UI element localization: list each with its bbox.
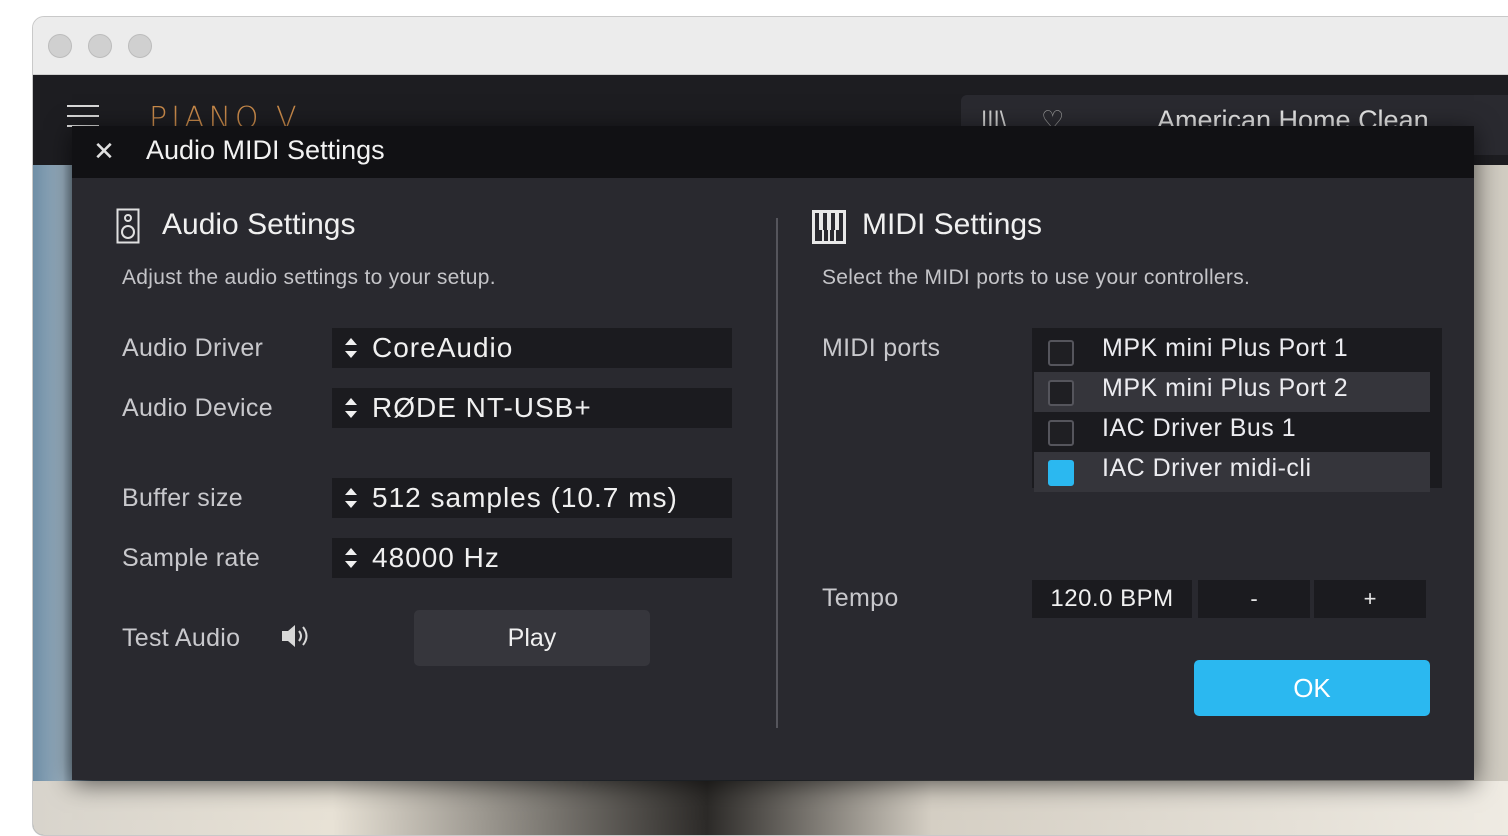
minimize-window-button[interactable] [88,34,112,58]
up-down-arrows-icon [345,488,357,508]
dialog-title: Audio MIDI Settings [146,135,385,165]
tempo-increment-button[interactable]: + [1314,580,1426,618]
ok-button[interactable]: OK [1194,660,1430,716]
audio-driver-value: CoreAudio [372,332,514,363]
volume-icon [282,625,308,647]
audio-device-value: RØDE NT-USB+ [372,392,592,423]
sample-rate-value: 48000 Hz [372,542,500,573]
audio-device-select[interactable]: RØDE NT-USB+ [332,388,732,428]
close-window-button[interactable] [48,34,72,58]
audio-driver-select[interactable]: CoreAudio [332,328,732,368]
up-down-arrows-icon [345,548,357,568]
audio-settings-description: Adjust the audio settings to your setup. [122,266,496,289]
midi-ports-list: MPK mini Plus Port 1 MPK mini Plus Port … [1032,328,1442,492]
menu-icon[interactable] [67,105,99,127]
midi-port-checkbox[interactable] [1048,380,1074,406]
tempo-value-field[interactable]: 120.0 BPM [1032,580,1192,618]
buffer-size-value: 512 samples (10.7 ms) [372,482,678,513]
tempo-label: Tempo [822,584,899,612]
up-down-arrows-icon [345,338,357,358]
test-audio-label: Test Audio [122,624,241,652]
tempo-decrement-button[interactable]: - [1198,580,1310,618]
midi-port-row[interactable]: IAC Driver midi-cli [1034,452,1430,492]
dialog-header: ✕ Audio MIDI Settings [72,126,1474,178]
midi-port-label: IAC Driver midi-cli [1102,454,1312,482]
piano-keys-icon [812,210,846,244]
close-icon[interactable]: ✕ [90,138,118,166]
speaker-box-icon [116,208,140,244]
midi-port-row[interactable]: IAC Driver Bus 1 [1034,412,1430,452]
zoom-window-button[interactable] [128,34,152,58]
window-titlebar [33,17,1508,75]
sample-rate-label: Sample rate [122,544,261,572]
midi-port-row[interactable]: MPK mini Plus Port 1 [1034,332,1430,372]
midi-port-checkbox[interactable] [1048,420,1074,446]
buffer-size-select[interactable]: 512 samples (10.7 ms) [332,478,732,518]
midi-ports-label: MIDI ports [822,334,941,362]
play-button[interactable]: Play [414,610,650,666]
background-image-bottom [33,781,1508,835]
up-down-arrows-icon [345,398,357,418]
midi-settings-description: Select the MIDI ports to use your contro… [822,266,1251,289]
midi-port-label: MPK mini Plus Port 2 [1102,374,1349,402]
sample-rate-select[interactable]: 48000 Hz [332,538,732,578]
midi-port-label: IAC Driver Bus 1 [1102,414,1297,442]
buffer-size-label: Buffer size [122,484,243,512]
midi-port-checkbox[interactable] [1048,460,1074,486]
audio-driver-label: Audio Driver [122,334,264,362]
midi-port-row[interactable]: MPK mini Plus Port 2 [1034,372,1430,412]
midi-settings-title: MIDI Settings [862,208,1043,241]
audio-device-label: Audio Device [122,394,273,422]
midi-port-checkbox[interactable] [1048,340,1074,366]
midi-port-label: MPK mini Plus Port 1 [1102,334,1349,362]
column-divider [776,218,778,728]
audio-settings-title: Audio Settings [162,208,356,241]
audio-midi-settings-dialog: ✕ Audio MIDI Settings Audio Settings Adj… [72,126,1474,780]
